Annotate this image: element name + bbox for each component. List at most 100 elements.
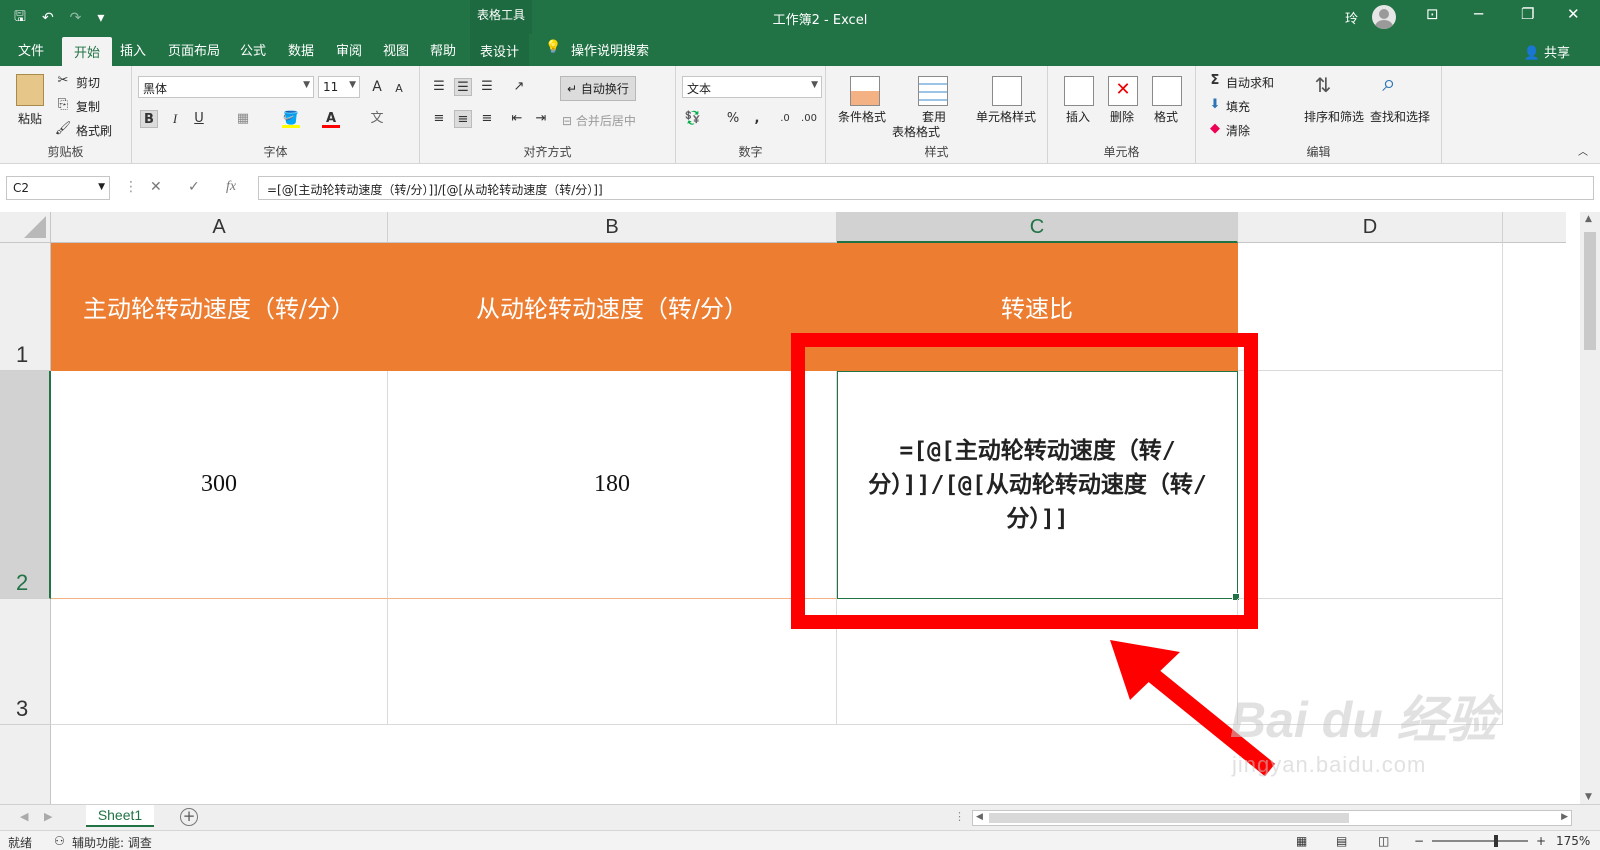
add-sheet-button[interactable]: + [180,808,198,826]
borders-icon[interactable]: ▦ [234,110,252,128]
close-button[interactable]: ✕ [1567,5,1580,23]
share-button[interactable]: 👤 共享 [1524,42,1570,61]
grow-font-button[interactable]: A [368,78,386,96]
sort-filter-button[interactable]: 排序和筛选 [1304,108,1364,125]
row-header-4[interactable] [0,725,51,804]
number-format-select[interactable]: 文本 ▼ [682,76,822,98]
cell-b2[interactable]: 180 [388,371,837,599]
conditional-format-button[interactable]: 条件格式 [838,108,886,125]
paste-icon[interactable] [16,74,44,106]
page-layout-view-icon[interactable]: ▤ [1336,834,1347,848]
cancel-icon[interactable]: ✕ [150,179,162,195]
wrap-text-button[interactable]: ↵ 自动换行 [560,76,636,101]
save-icon[interactable]: 🖫 [14,6,26,30]
tab-review[interactable]: 审阅 [336,40,362,59]
copy-icon[interactable]: ⎘ [54,96,72,114]
accessibility-icon[interactable]: ⚇ [54,834,65,848]
ribbon-display-options-icon[interactable]: ⊡ [1426,5,1439,23]
phonetic-icon[interactable]: 文 [368,110,386,128]
redo-icon[interactable]: ↷ [70,10,82,26]
collapse-ribbon-icon[interactable]: ︿ [1574,144,1592,162]
font-color-icon[interactable]: A [322,110,340,128]
clear-button[interactable]: 清除 [1226,122,1250,139]
maximize-button[interactable]: ❐ [1521,5,1534,23]
underline-button[interactable]: U [190,110,208,128]
cell-b3[interactable] [388,599,837,725]
lightbulb-icon[interactable]: 💡 [545,40,561,55]
zoom-level[interactable]: 175% [1556,834,1590,848]
align-right-icon[interactable]: ≡ [478,110,496,128]
increase-indent-icon[interactable]: ⇥ [532,110,550,128]
column-header-c[interactable]: C [837,212,1238,243]
fill-button[interactable]: 填充 [1226,98,1250,115]
prev-sheet-icon[interactable]: ◀ [20,810,28,823]
row-header-1[interactable]: 1 [0,243,51,371]
bold-button[interactable]: B [140,110,158,128]
cell-b1[interactable]: 从动轮转动速度（转/分） [388,243,837,371]
zoom-slider[interactable] [1432,840,1528,842]
comma-button[interactable]: , [748,110,766,128]
zoom-slider-thumb[interactable] [1494,835,1498,847]
shrink-font-button[interactable]: A [390,80,408,98]
conditional-format-icon[interactable] [850,76,880,106]
fill-color-icon[interactable]: 🪣 [282,110,300,128]
select-all-button[interactable] [0,212,51,243]
copy-button[interactable]: 复制 [76,98,100,115]
insert-cells-icon[interactable] [1064,76,1094,106]
name-box[interactable]: C2 ▼ [6,176,110,200]
align-top-icon[interactable]: ☰ [430,78,448,96]
eraser-icon[interactable]: ◆ [1206,120,1224,138]
tab-table-design[interactable]: 表设计 [470,34,530,66]
cell-styles-icon[interactable] [992,76,1022,106]
cell-d2[interactable] [1238,371,1503,599]
align-left-icon[interactable]: ≡ [430,110,448,128]
decrease-decimal-icon[interactable]: .00 [800,110,818,128]
table-format-button-line2[interactable]: 表格格式 [892,123,940,140]
scroll-down-icon[interactable]: ▼ [1585,792,1592,802]
font-size-select[interactable]: 11 ▼ [318,76,360,98]
zoom-out-button[interactable]: − [1414,834,1424,848]
tab-view[interactable]: 视图 [383,40,409,59]
accounting-format-icon[interactable]: 💱 [684,110,702,128]
tab-home[interactable]: 开始 [62,37,113,66]
search-icon[interactable]: ⌕ [1380,71,1398,95]
format-cells-icon[interactable] [1152,76,1182,106]
zoom-in-button[interactable]: + [1536,834,1546,848]
delete-cells-icon[interactable]: ✕ [1108,76,1138,106]
tab-insert[interactable]: 插入 [120,40,146,59]
horizontal-scrollbar[interactable]: ◀ ▶ [972,810,1572,826]
horizontal-scroll-thumb[interactable] [989,813,1349,823]
autosum-button[interactable]: 自动求和 [1226,74,1274,91]
row-header-3[interactable]: 3 [0,599,51,725]
customize-qat-icon[interactable]: ▾ [97,10,104,26]
column-header-e[interactable] [1503,212,1566,243]
insert-cells-button[interactable]: 插入 [1066,108,1090,125]
insert-function-icon[interactable]: fx [226,179,236,195]
paste-button[interactable]: 粘贴 [18,110,42,127]
tab-file[interactable]: 文件 [18,40,44,59]
minimize-button[interactable]: ─ [1474,5,1483,23]
column-header-a[interactable]: A [51,212,388,243]
table-format-icon[interactable] [918,76,948,106]
column-header-d[interactable]: D [1238,212,1503,243]
page-break-view-icon[interactable]: ◫ [1378,834,1389,848]
vertical-scrollbar[interactable]: ▲ ▼ [1580,212,1600,804]
align-bottom-icon[interactable]: ☰ [478,78,496,96]
format-painter-button[interactable]: 格式刷 [76,122,112,139]
sort-filter-icon[interactable]: ⇅ [1314,75,1332,95]
cut-button[interactable]: 剪切 [76,74,100,91]
format-cells-button[interactable]: 格式 [1154,108,1178,125]
formula-input[interactable]: =[@[主动轮转动速度（转/分）]]/[@[从动轮转动速度（转/分）]] [258,176,1594,200]
accessibility-status[interactable]: 辅助功能: 调查 [72,834,152,850]
orientation-icon[interactable]: ↗ [510,78,528,96]
row-header-2[interactable]: 2 [0,371,51,599]
user-name[interactable]: 玲 [1345,8,1358,27]
avatar[interactable] [1372,5,1396,29]
cell-a1[interactable]: 主动轮转动速度（转/分） [51,243,388,371]
cell-styles-button[interactable]: 单元格样式 [976,108,1036,125]
sheet-tab-sheet1[interactable]: Sheet1 [86,805,154,827]
normal-view-icon[interactable]: ▦ [1296,834,1307,848]
tab-page-layout[interactable]: 页面布局 [168,40,220,59]
enter-icon[interactable]: ✓ [188,179,200,195]
next-sheet-icon[interactable]: ▶ [44,810,52,823]
